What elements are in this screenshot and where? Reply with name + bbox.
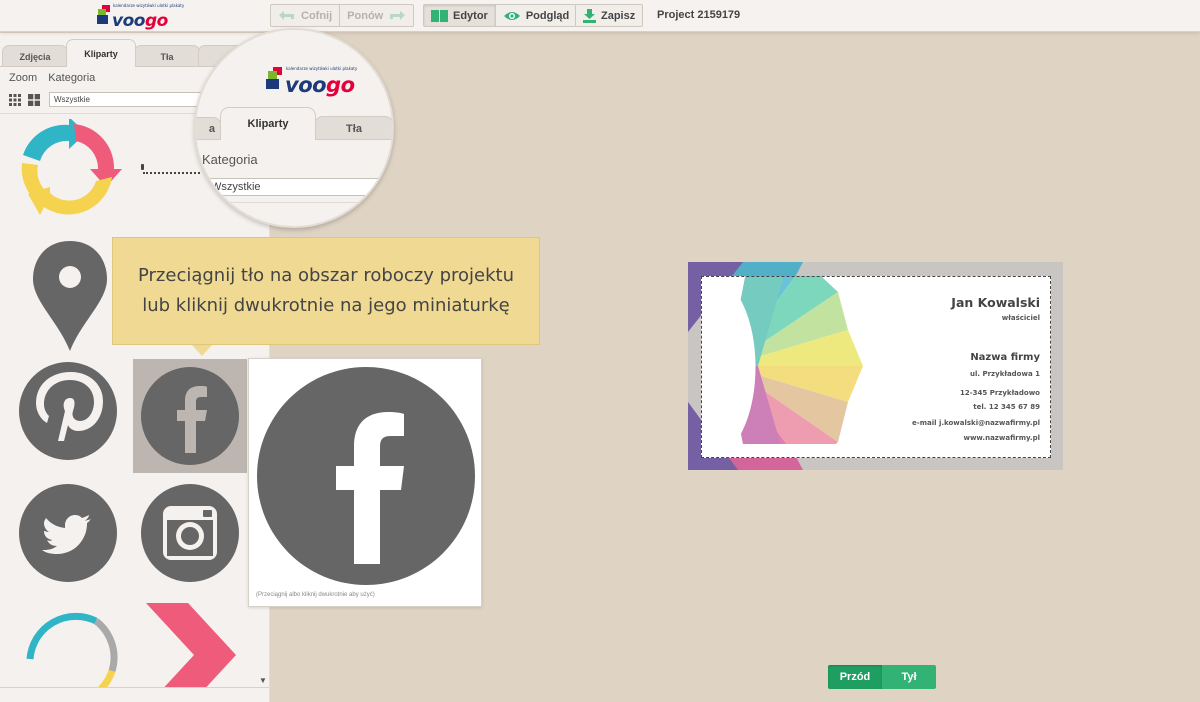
editor-mode-label: Edytor [453, 9, 488, 22]
magnified-logo: kalendarze wizytówki ulotki plakaty voog… [264, 66, 357, 97]
tooltip-text: Przeciągnij tło na obszar roboczy projek… [137, 265, 514, 316]
magnified-category-select: Wszystkie [204, 178, 392, 196]
clipart-twitter[interactable] [18, 483, 118, 583]
category-select[interactable]: Wszystkie [49, 92, 209, 107]
logo-wordmark: voogo [112, 11, 168, 31]
card-website: www.nazwafirmy.pl [963, 434, 1040, 442]
undo-arrow-icon [279, 10, 294, 20]
magnifier-anchor-dot [141, 164, 144, 170]
redo-label: Ponów [347, 9, 384, 22]
voogo-logo[interactable]: kalendarze wizytówki ulotki plakaty voog… [97, 3, 184, 31]
large-grid-icon[interactable] [28, 93, 40, 111]
preview-hint: (Przeciągnij albo kliknij dwukrotnie aby… [256, 592, 375, 598]
logo-flag-green [268, 71, 277, 79]
magnified-tab-backgrounds: Tła [314, 116, 392, 140]
mode-button-group: Edytor Podgląd [423, 4, 578, 27]
clipart-facebook[interactable] [133, 359, 247, 473]
logo-tagline: kalendarze wizytówki ulotki plakaty [113, 3, 185, 8]
editor-panels-icon [431, 9, 448, 22]
magnified-tab-photos: a [196, 117, 222, 140]
twitter-icon [19, 484, 117, 582]
pinterest-icon [19, 362, 117, 460]
small-grid-icon[interactable] [9, 93, 21, 111]
zoom-magnifier: kalendarze wizytówki ulotki plakaty voog… [194, 28, 394, 228]
panel-bottom-bar [0, 687, 269, 702]
project-id-label: Project 2159179 [657, 9, 741, 21]
tab-backgrounds[interactable]: Tła [134, 45, 200, 67]
redo-arrow-icon [390, 10, 406, 20]
clipart-instagram[interactable] [140, 483, 240, 583]
download-icon [583, 8, 596, 23]
ring-icon [26, 612, 118, 702]
magnified-tab-cliparts: Kliparty [220, 107, 316, 140]
magnified-category-label: Kategoria [202, 152, 258, 167]
redo-button[interactable]: Ponów [339, 5, 413, 26]
card-address: ul. Przykładowa 1 [970, 370, 1040, 378]
clipart-chevron[interactable] [144, 603, 238, 702]
clipart-map-pin[interactable] [30, 239, 110, 354]
clipart-preview-popup: (Przeciągnij albo kliknij dwukrotnie aby… [248, 358, 482, 607]
card-phone: tel. 12 345 67 89 [973, 403, 1040, 411]
clipart-pinterest[interactable] [18, 361, 118, 461]
tab-cliparts[interactable]: Kliparty [66, 39, 136, 67]
help-tooltip: Przeciągnij tło na obszar roboczy projek… [112, 237, 540, 345]
card-city: 12-345 Przykładowo [960, 389, 1040, 397]
card-email: e-mail j.kowalski@nazwafirmy.pl [912, 419, 1040, 427]
undo-button[interactable]: Cofnij [271, 5, 339, 26]
eye-icon [503, 11, 520, 20]
filter-labels: Zoom Kategoria [9, 72, 103, 84]
preview-mode-label: Podgląd [525, 9, 570, 22]
front-side-button[interactable]: Przód [828, 665, 882, 689]
top-toolbar: kalendarze wizytówki ulotki plakaty voog… [0, 0, 1200, 32]
zoom-label: Zoom [9, 72, 38, 84]
save-label: Zapisz [601, 9, 636, 22]
logo-wordmark: voogo [285, 73, 355, 97]
category-label: Kategoria [48, 72, 96, 84]
save-button[interactable]: Zapisz [575, 4, 644, 27]
card-name: Jan Kowalski [951, 295, 1040, 310]
recycle-arrows-icon [21, 117, 122, 215]
back-side-button[interactable]: Tył [882, 665, 936, 689]
magnifier-pointer-line [143, 172, 200, 174]
card-company: Nazwa firmy [970, 352, 1040, 363]
logo-tagline: kalendarze wizytówki ulotki plakaty [286, 66, 358, 71]
clipart-ring[interactable] [16, 601, 120, 702]
clipart-recycle-arrows[interactable] [14, 117, 124, 219]
scroll-down-arrow-icon[interactable]: ▼ [259, 676, 267, 685]
logo-flag-navy [266, 79, 279, 89]
facebook-icon [141, 367, 239, 465]
undo-label: Cofnij [301, 9, 333, 22]
card-side-switch: Przód Tył [828, 665, 936, 689]
view-toggle [9, 93, 47, 111]
map-pin-icon [33, 241, 107, 351]
magnified-divider [196, 202, 392, 203]
editor-mode-button[interactable]: Edytor [424, 5, 495, 26]
preview-mode-button[interactable]: Podgląd [494, 5, 576, 26]
logo-flag-navy [97, 15, 108, 24]
history-button-group: Cofnij Ponów [270, 4, 415, 27]
tab-photos[interactable]: Zdjęcia [2, 45, 68, 67]
chevron-right-icon [146, 603, 236, 702]
instagram-icon [141, 484, 239, 582]
business-card-front[interactable]: Jan Kowalski właściciel Nazwa firmy ul. … [701, 276, 1051, 458]
facebook-icon [257, 367, 475, 585]
tooltip-arrow [192, 345, 212, 356]
card-role: właściciel [1001, 314, 1040, 322]
